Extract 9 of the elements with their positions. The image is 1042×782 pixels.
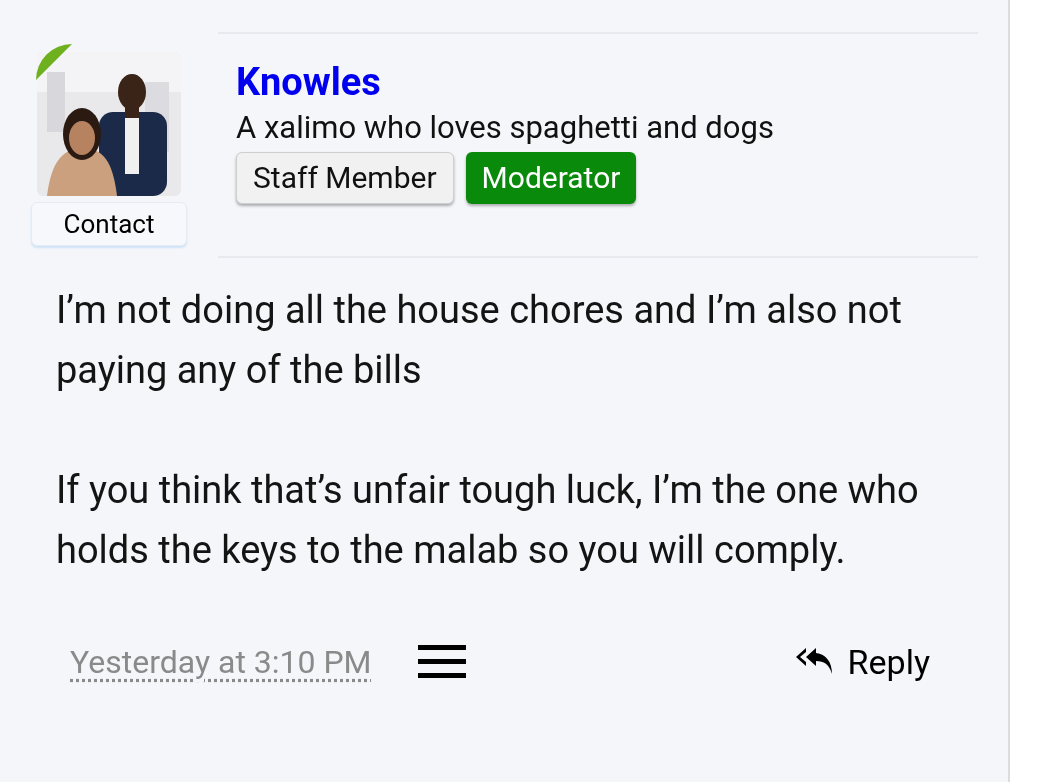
post-paragraph: If you think that’s unfair tough luck, I’m the one who holds the keys to the malab so you will comply. <box>56 467 920 574</box>
moderator-badge[interactable]: Moderator <box>465 152 637 204</box>
username-link[interactable]: Knowles <box>236 58 978 106</box>
contact-button[interactable]: Contact <box>31 202 187 246</box>
menu-icon[interactable] <box>417 644 466 680</box>
post-paragraph: I’m not doing all the house chores and I’m also not paying any of the bills <box>56 287 903 394</box>
staff-badge[interactable]: Staff Member <box>236 152 454 204</box>
user-tagline: A xalimo who loves spaghetti and dogs <box>236 108 775 148</box>
reply-button[interactable]: Reply <box>795 636 930 688</box>
